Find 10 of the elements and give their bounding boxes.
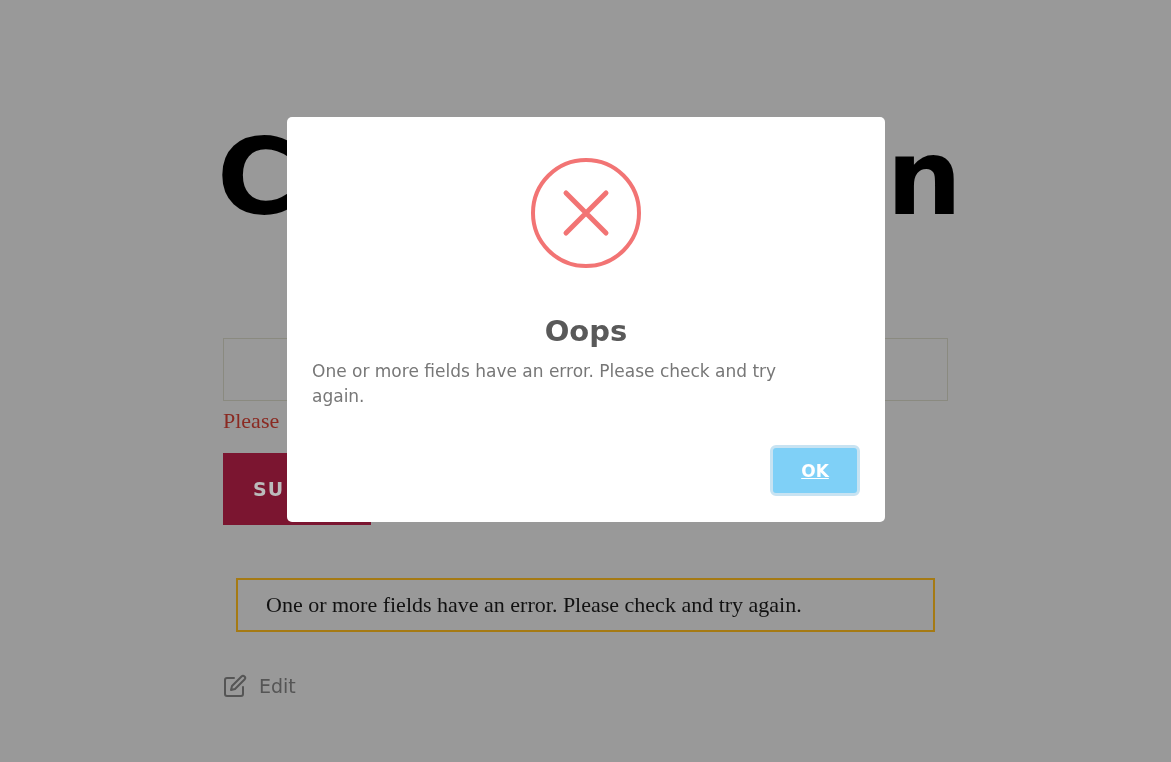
edit-icon	[223, 674, 247, 698]
page-heading: C	[217, 118, 295, 238]
ok-button[interactable]: OK	[770, 445, 860, 496]
error-icon	[530, 157, 642, 269]
edit-link[interactable]: Edit	[259, 675, 296, 697]
page-heading: n	[886, 118, 962, 238]
field-error-text: Please	[223, 407, 280, 435]
dialog-title: Oops	[544, 313, 628, 349]
form-error-message: One or more fields have an error. Please check and try again.	[236, 578, 935, 632]
dialog-message: One or more fields have an error. Please check and try again.	[312, 360, 778, 408]
